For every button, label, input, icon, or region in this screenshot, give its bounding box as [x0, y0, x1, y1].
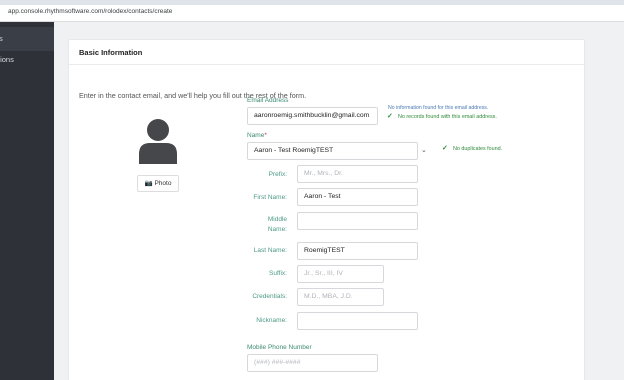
card-header: Basic Information — [69, 40, 584, 65]
suffix-label: Suffix: — [269, 270, 287, 277]
suffix-input[interactable]: Jr., Sr., III, IV — [297, 265, 384, 283]
name-label: Name* — [247, 132, 267, 139]
basic-information-card: Basic Information Enter in the contact e… — [68, 39, 585, 380]
mobile-phone-placeholder: (###) ###-#### — [254, 359, 301, 366]
middle-name-input[interactable] — [297, 212, 418, 230]
suffix-placeholder: Jr., Sr., III, IV — [304, 270, 343, 277]
last-name-label: Last Name: — [253, 247, 287, 254]
card-title: Basic Information — [79, 48, 143, 57]
photo-button[interactable]: 📷 Photo — [137, 175, 179, 192]
mobile-phone-input[interactable]: (###) ###-#### — [247, 354, 378, 372]
prefix-label: Prefix: — [268, 171, 287, 178]
name-select-value: Aaron - Test RoemigTEST — [254, 147, 334, 154]
sidebar-item-active[interactable]: s — [0, 27, 54, 51]
chevron-down-icon[interactable]: ⌄ — [421, 146, 427, 154]
nickname-label: Nickname: — [256, 317, 287, 324]
mobile-phone-label: Mobile Phone Number — [247, 344, 312, 351]
email-value: aaronroemig.smithbucklin@gmail.com — [254, 112, 370, 119]
name-check-icon: ✓ — [442, 145, 448, 152]
first-name-label: First Name: — [253, 194, 287, 201]
photo-button-label: 📷 Photo — [144, 180, 172, 187]
credentials-input[interactable]: M.D., MBA, J.D. — [297, 288, 384, 306]
nickname-input[interactable] — [297, 312, 418, 330]
email-records-note: No records found with this email address… — [398, 114, 497, 120]
email-check-icon: ✓ — [387, 113, 393, 120]
name-duplicates-note: No duplicates found. — [453, 146, 503, 152]
avatar-placeholder-icon — [139, 119, 177, 164]
browser-address-bar[interactable]: app.console.rhythmsoftware.com/rolodex/c… — [0, 5, 624, 22]
prefix-placeholder: Mr., Mrs., Dr. — [304, 170, 343, 177]
sidebar: s tions — [0, 22, 54, 380]
main-content: Basic Information Enter in the contact e… — [54, 22, 624, 380]
email-label: Email Address — [247, 97, 289, 104]
first-name-input[interactable]: Aaron - Test — [297, 188, 418, 206]
last-name-input[interactable]: RoemigTEST — [297, 242, 418, 260]
credentials-placeholder: M.D., MBA, J.D. — [304, 293, 353, 300]
name-select[interactable]: Aaron - Test RoemigTEST — [247, 142, 418, 160]
credentials-label: Credentials: — [252, 293, 287, 300]
middle-name-label-line1: Middle — [267, 216, 287, 223]
url-text: app.console.rhythmsoftware.com/rolodex/c… — [8, 8, 173, 15]
email-input[interactable]: aaronroemig.smithbucklin@gmail.com — [247, 107, 378, 125]
sidebar-item-label: tions — [0, 55, 14, 64]
email-info-note: No information found for this email addr… — [388, 105, 489, 111]
prefix-input[interactable]: Mr., Mrs., Dr. — [297, 165, 418, 183]
last-name-value: RoemigTEST — [304, 247, 345, 254]
middle-name-label-line2: Name: — [267, 226, 287, 233]
sidebar-item-label: s — [0, 34, 3, 43]
sidebar-item-secondary[interactable]: tions — [0, 55, 14, 64]
first-name-value: Aaron - Test — [304, 193, 341, 200]
